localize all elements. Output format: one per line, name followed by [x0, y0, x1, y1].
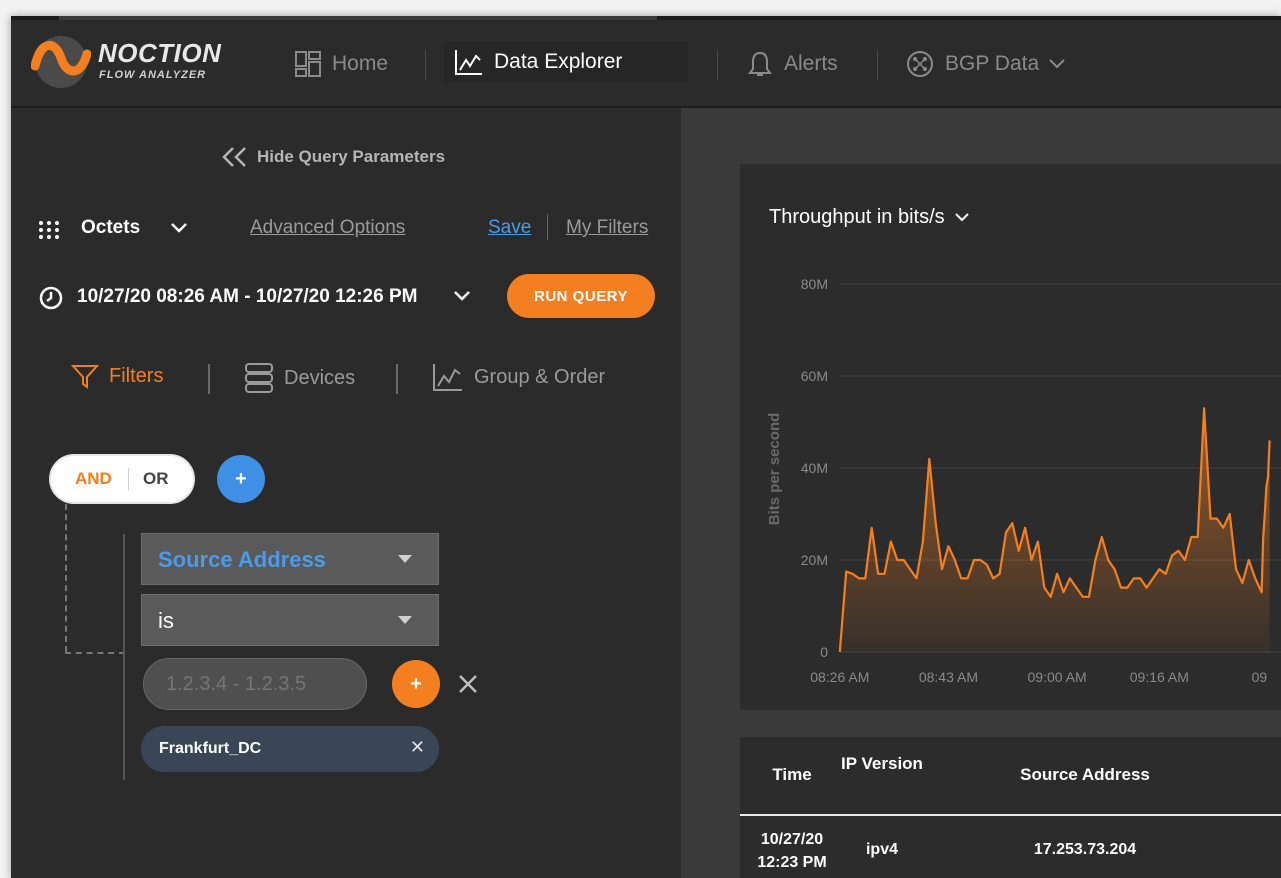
bell-icon — [748, 51, 772, 76]
chevron-down-icon — [1049, 59, 1065, 69]
tab-group-order[interactable]: Group & Order — [432, 362, 605, 392]
date-row: 10/27/20 08:26 AM - 10/27/20 12:26 PM RU… — [39, 274, 679, 320]
x-tick-label: 09:16 AM — [1130, 669, 1189, 685]
operator-select[interactable]: is — [141, 594, 439, 646]
filter-value-input[interactable] — [143, 658, 367, 710]
chart-line-icon — [433, 364, 462, 391]
my-filters-link[interactable]: My Filters — [566, 217, 648, 239]
brand-subtitle: FLOW ANALYZER — [99, 69, 207, 81]
query-tabs: Filters Devices Group & Order — [71, 362, 651, 394]
or-option[interactable]: OR — [143, 469, 169, 489]
app-window: NOCTION FLOW ANALYZER Home Data Explorer… — [11, 16, 1281, 878]
x-tick-label: 08:43 AM — [919, 669, 978, 685]
chart-title-select[interactable]: Throughput in bits/s — [769, 206, 971, 229]
filter-tag-label: Frankfurt_DC — [159, 740, 262, 757]
tree-connector — [65, 652, 125, 654]
tab-devices[interactable]: Devices — [244, 362, 355, 394]
tab-devices-label: Devices — [284, 366, 356, 389]
nav-data-explorer-label: Data Explorer — [494, 50, 623, 73]
chevron-down-icon[interactable] — [451, 288, 473, 304]
double-chevron-left-icon — [222, 147, 246, 167]
nav-data-explorer[interactable]: Data Explorer — [444, 42, 688, 82]
nav-home[interactable]: Home — [294, 44, 388, 84]
column-header-time[interactable]: Time — [762, 765, 822, 785]
x-tick-label: 08:26 AM — [810, 669, 869, 685]
dropdown-arrow-icon — [398, 555, 412, 563]
y-tick-label: 60M — [801, 368, 828, 384]
tab-group-label: Group & Order — [474, 365, 606, 388]
metric-row: Octets Advanced Options Save My Filters — [38, 214, 678, 244]
x-tick-label: 09 — [1252, 669, 1268, 685]
tab-filters[interactable]: Filters — [71, 362, 163, 390]
field-select-value: Source Address — [158, 547, 326, 572]
add-group-button[interactable]: + — [217, 455, 265, 503]
y-axis-title: Bits per second — [766, 413, 783, 526]
nav-bgp-data[interactable]: BGP Data — [905, 44, 1077, 84]
column-header-ip-version[interactable]: IP Version — [840, 751, 924, 777]
dashboard-icon — [295, 51, 321, 77]
remove-tag-icon[interactable]: ✕ — [410, 737, 425, 758]
and-or-toggle: AND OR — [51, 456, 193, 502]
results-table: Time IP Version Source Address 10/27/20 … — [740, 737, 1281, 878]
nav-bgp-label: BGP Data — [945, 52, 1040, 75]
dropdown-arrow-icon — [398, 616, 412, 624]
chart-line-icon — [455, 50, 482, 75]
save-link[interactable]: Save — [488, 217, 531, 239]
operator-select-value: is — [158, 608, 174, 633]
query-panel: Hide Query Parameters Octets Advanced Op… — [11, 108, 681, 878]
throughput-chart-card: 0 20M 40M 60M 80M Bits per second 08:26 AM 08:4… — [740, 164, 1281, 710]
column-header-source-address[interactable]: Source Address — [1002, 765, 1168, 785]
advanced-options-link[interactable]: Advanced Options — [250, 217, 405, 239]
nav-alerts[interactable]: Alerts — [746, 44, 838, 84]
hide-query-parameters-link[interactable]: Hide Query Parameters — [221, 146, 445, 168]
cell-time: 10/27/20 12:23 PM — [757, 831, 827, 871]
y-tick-label: 0 — [820, 644, 828, 660]
filter-icon — [71, 365, 99, 389]
results-panel: 0 20M 40M 60M 80M Bits per second 08:26 AM 08:4… — [681, 108, 1281, 878]
nav-alerts-label: Alerts — [784, 52, 838, 75]
y-tick-label: 20M — [801, 552, 828, 568]
grid-dots-icon — [39, 221, 59, 239]
top-navbar: NOCTION FLOW ANALYZER Home Data Explorer… — [11, 20, 1281, 108]
tab-filters-label: Filters — [109, 364, 164, 387]
cell-source-address: 17.253.73.204 — [1033, 841, 1137, 858]
tree-connector — [65, 504, 67, 652]
server-icon — [245, 363, 273, 393]
rule-connector — [123, 534, 125, 780]
add-value-button[interactable]: + — [392, 660, 440, 708]
date-range-picker[interactable]: 10/27/20 08:26 AM - 10/27/20 12:26 PM — [77, 286, 417, 308]
x-tick-label: 09:00 AM — [1028, 669, 1087, 685]
chevron-down-icon — [954, 212, 969, 221]
and-option[interactable]: AND — [75, 469, 112, 489]
y-tick-label: 80M — [801, 276, 828, 292]
run-query-button[interactable]: RUN QUERY — [507, 274, 655, 318]
metric-select[interactable]: Octets — [81, 217, 140, 239]
close-icon[interactable] — [457, 673, 479, 695]
y-tick-label: 40M — [801, 460, 828, 476]
hide-query-label: Hide Query Parameters — [257, 147, 446, 166]
cell-ip-version: ipv4 — [865, 841, 898, 858]
clock-icon — [39, 286, 63, 310]
network-icon — [907, 51, 933, 77]
brand-name: NOCTION — [98, 38, 222, 68]
chevron-down-icon[interactable] — [168, 220, 190, 236]
filter-tag: Frankfurt_DC ✕ — [141, 726, 439, 772]
throughput-chart: 0 20M 40M 60M 80M Bits per second 08:26 AM 08:4… — [766, 276, 1281, 685]
chart-title: Throughput in bits/s — [769, 206, 945, 228]
noction-logo — [31, 36, 91, 88]
field-select[interactable]: Source Address — [141, 533, 439, 585]
nav-home-label: Home — [332, 52, 389, 75]
